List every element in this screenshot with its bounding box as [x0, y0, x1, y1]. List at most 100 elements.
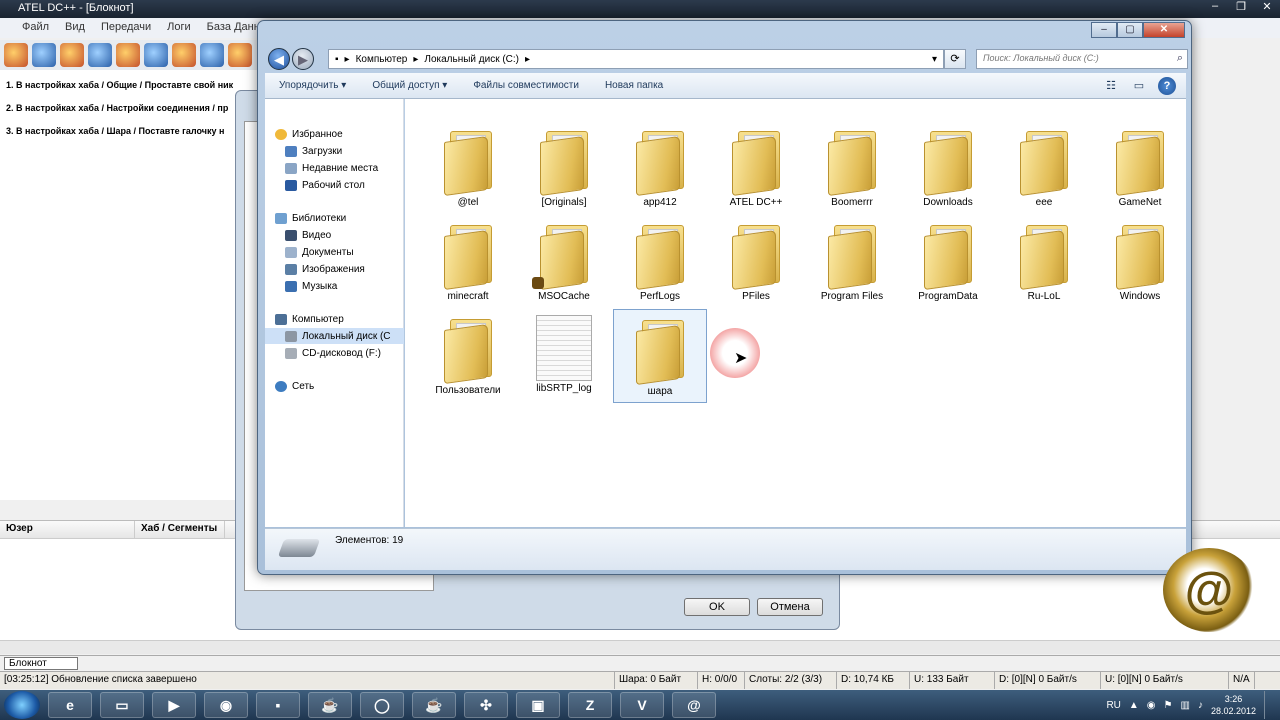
address-bar[interactable]: ▪ ▸ Компьютер ▸ Локальный диск (C:) ▸ ▾ [328, 49, 944, 69]
folder-item[interactable]: MSOCache [517, 215, 611, 309]
dcpp-toolbar [0, 40, 260, 70]
nav-cd-drive[interactable]: CD-дисковод (F:) [285, 345, 424, 361]
folder-item[interactable]: Program Files [805, 215, 899, 309]
folder-item[interactable]: ProgramData [901, 215, 995, 309]
folder-item[interactable]: [Originals] [517, 121, 611, 215]
search-input[interactable]: Поиск: Локальный диск (C:) ⌕ [976, 49, 1188, 69]
folder-item[interactable]: PFiles [709, 215, 803, 309]
organize-button[interactable]: Упорядочить ▾ [279, 80, 346, 91]
new-folder-button[interactable]: Новая папка [605, 80, 663, 91]
folder-item[interactable]: PerfLogs [613, 215, 707, 309]
folder-item[interactable]: Downloads [901, 121, 995, 215]
minimize-icon[interactable]: – [1091, 22, 1117, 38]
column-hub[interactable]: Хаб / Сегменты [135, 521, 225, 538]
folder-item[interactable]: Пользователи [421, 309, 515, 403]
taskbar-network-icon[interactable]: ✣ [464, 692, 508, 718]
folder-icon [634, 314, 686, 386]
file-item[interactable]: libSRTP_log [517, 309, 611, 403]
view-options-icon[interactable]: ☷ [1102, 77, 1120, 95]
clock[interactable]: 3:26 28.02.2012 [1211, 693, 1256, 717]
taskbar-media-player-icon[interactable]: ▶ [152, 692, 196, 718]
folder-item[interactable]: Windows [1093, 215, 1187, 309]
folder-item[interactable]: шара [613, 309, 707, 403]
help-icon[interactable]: ? [1158, 77, 1176, 95]
nav-recent-places[interactable]: Недавние места [285, 160, 424, 176]
column-user[interactable]: Юзер [0, 521, 135, 538]
horizontal-scrollbar[interactable] [0, 640, 1280, 654]
search-icon[interactable]: ⌕ [1177, 52, 1183, 65]
taskbar-chrome-icon[interactable]: ◉ [204, 692, 248, 718]
taskbar-explorer-icon[interactable]: ▭ [100, 692, 144, 718]
folder-icon [532, 219, 590, 291]
nav-video[interactable]: Видео [285, 227, 424, 243]
breadcrumb-computer[interactable]: Компьютер [356, 54, 408, 65]
nav-downloads[interactable]: Загрузки [285, 143, 424, 159]
favorites-icon[interactable] [144, 43, 168, 67]
folder-item[interactable]: @tel [421, 121, 515, 215]
menu-file[interactable]: Файл [22, 21, 49, 35]
taskbar-dcpp-icon[interactable]: @ [672, 692, 716, 718]
folder-item[interactable]: minecraft [421, 215, 515, 309]
nav-network[interactable]: Сеть [275, 378, 414, 394]
taskbar-vc-icon[interactable]: V [620, 692, 664, 718]
nav-favorites[interactable]: Избранное [275, 126, 414, 142]
taskbar-java-icon[interactable]: ☕ [308, 692, 352, 718]
close-icon[interactable]: ✕ [1143, 22, 1185, 38]
nav-computer[interactable]: Компьютер [275, 311, 414, 327]
folder-item[interactable]: GameNet [1093, 121, 1187, 215]
preview-pane-icon[interactable]: ▭ [1130, 77, 1148, 95]
menu-logs[interactable]: Логи [167, 21, 191, 35]
forward-icon[interactable]: ▶ [292, 48, 314, 70]
back-icon[interactable]: ◀ [268, 48, 290, 70]
nav-libraries[interactable]: Библиотеки [275, 210, 414, 226]
taskbar-ring-icon[interactable]: ◯ [360, 692, 404, 718]
volume-icon[interactable]: ♪ [1198, 700, 1203, 711]
queue-icon[interactable] [200, 43, 224, 67]
nav-desktop[interactable]: Рабочий стол [285, 177, 424, 193]
network-tray-icon[interactable]: ▥ [1181, 700, 1190, 711]
language-indicator[interactable]: RU [1106, 700, 1120, 711]
folder-icon [634, 219, 686, 291]
notepad-text[interactable]: 1. В настройках хаба / Общие / Проставте… [0, 70, 258, 500]
taskbar-cmd-icon[interactable]: ▪ [256, 692, 300, 718]
breadcrumb-drive[interactable]: Локальный диск (C:) [424, 54, 519, 65]
taskbar-filezilla-icon[interactable]: Z [568, 692, 612, 718]
minimize-icon[interactable]: – [1202, 0, 1228, 16]
compatibility-files-button[interactable]: Файлы совместимости [473, 80, 579, 91]
search-icon[interactable] [228, 43, 252, 67]
show-desktop-button[interactable] [1264, 691, 1276, 719]
taskbar-java2-icon[interactable]: ☕ [412, 692, 456, 718]
hub-icon[interactable] [32, 43, 56, 67]
tray-expand-icon[interactable]: ▲ [1129, 700, 1139, 711]
maximize-icon[interactable]: ▢ [1117, 22, 1143, 38]
connect-icon[interactable] [4, 43, 28, 67]
taskbar-ie-icon[interactable]: e [48, 692, 92, 718]
share-button[interactable]: Общий доступ ▾ [372, 80, 447, 91]
nav-pictures[interactable]: Изображения [285, 261, 424, 277]
folder-item[interactable]: ATEL DC++ [709, 121, 803, 215]
settings-icon[interactable] [116, 43, 140, 67]
nav-documents[interactable]: Документы [285, 244, 424, 260]
folder-item[interactable]: Ru-LoL [997, 215, 1091, 309]
restore-icon[interactable]: ❐ [1228, 0, 1254, 16]
start-button[interactable] [4, 691, 40, 719]
flag-icon[interactable]: ⚑ [1164, 700, 1173, 711]
cancel-button[interactable]: Отмена [757, 598, 823, 616]
menu-transfers[interactable]: Передачи [101, 21, 151, 35]
folder-item[interactable]: Boomerrr [805, 121, 899, 215]
tray-app-icon[interactable]: ◉ [1147, 700, 1156, 711]
refresh-button[interactable]: ⟳ [944, 49, 966, 69]
close-icon[interactable]: ✕ [1254, 0, 1280, 16]
reconnect-icon[interactable] [60, 43, 84, 67]
taskbar-desktop-icon[interactable]: ▣ [516, 692, 560, 718]
folder-item[interactable]: eee [997, 121, 1091, 215]
menu-view[interactable]: Вид [65, 21, 85, 35]
nav-local-disk-c[interactable]: Локальный диск (C [265, 328, 404, 344]
follow-icon[interactable] [88, 43, 112, 67]
chevron-down-icon[interactable]: ▾ [932, 54, 937, 65]
ok-button[interactable]: OK [684, 598, 750, 616]
folder-item[interactable]: app412 [613, 121, 707, 215]
tab-notepad[interactable]: Блокнот [4, 657, 78, 670]
nav-music[interactable]: Музыка [285, 278, 424, 294]
users-icon[interactable] [172, 43, 196, 67]
